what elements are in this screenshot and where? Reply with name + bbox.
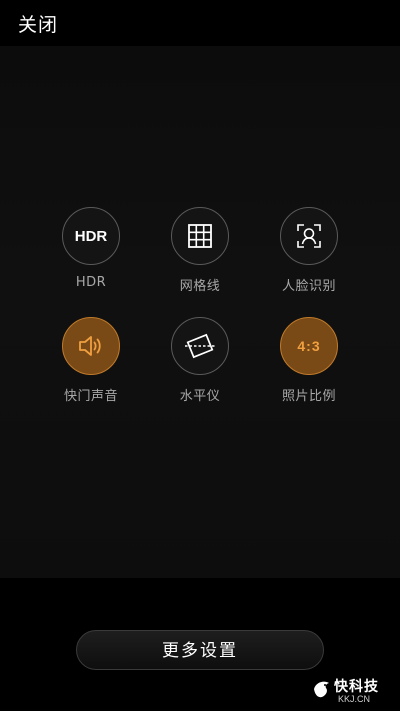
hdr-icon-text: HDR xyxy=(74,227,108,245)
watermark-sub-text: KKJ.CN xyxy=(338,694,371,704)
speaker-icon xyxy=(62,317,120,375)
camera-settings-panel: HDR HDR 网格线 人脸识别 快门声音 水平仪 4:3 照片比例 xyxy=(0,46,400,578)
face-detect-icon xyxy=(280,207,338,265)
setting-face-detect[interactable]: 人脸识别 xyxy=(255,207,365,307)
more-settings-button[interactable]: 更多设置 xyxy=(76,630,324,670)
setting-label: 照片比例 xyxy=(281,389,336,404)
setting-shutter-sound[interactable]: 快门声音 xyxy=(37,317,147,417)
watermark-main-text: 快科技 xyxy=(334,679,379,695)
level-icon xyxy=(171,317,229,375)
grid-lines-icon xyxy=(171,207,229,265)
hdr-icon: HDR xyxy=(62,207,120,265)
aspect-ratio-icon-text: 4:3 xyxy=(297,338,321,354)
watermark-bird-icon xyxy=(314,681,329,698)
watermark-logo: 快科技 KKJ.CN xyxy=(312,676,392,706)
setting-hdr[interactable]: HDR HDR xyxy=(37,207,147,307)
setting-label: 快门声音 xyxy=(63,389,118,404)
top-bar: 关闭 xyxy=(0,0,400,46)
close-button[interactable]: 关闭 xyxy=(18,12,58,38)
setting-level[interactable]: 水平仪 xyxy=(146,317,256,417)
setting-photo-ratio[interactable]: 4:3 照片比例 xyxy=(255,317,365,417)
setting-label: 人脸识别 xyxy=(281,279,336,294)
setting-label: HDR xyxy=(75,275,107,290)
aspect-ratio-icon: 4:3 xyxy=(280,317,338,375)
setting-label: 水平仪 xyxy=(179,389,221,404)
setting-label: 网格线 xyxy=(179,279,221,294)
setting-grid-lines[interactable]: 网格线 xyxy=(146,207,256,307)
bottom-bar: 更多设置 快科技 KKJ.CN xyxy=(0,578,400,711)
